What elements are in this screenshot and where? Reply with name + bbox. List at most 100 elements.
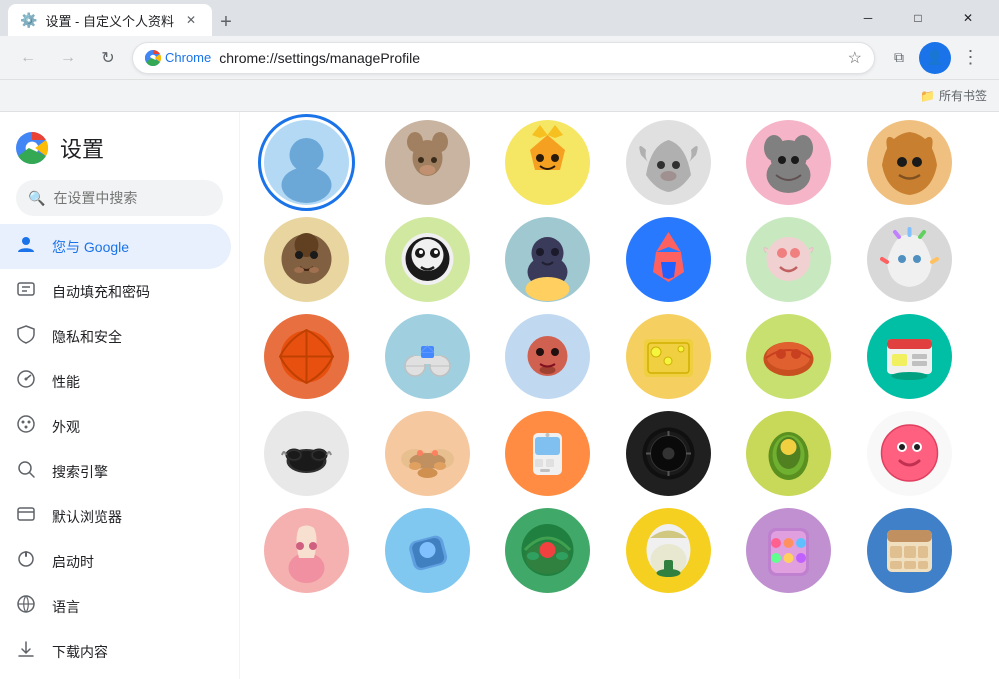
avatar-item[interactable] <box>264 314 349 399</box>
avatar-item[interactable] <box>626 411 711 496</box>
avatar-item[interactable] <box>746 120 831 205</box>
profile-button[interactable]: 👤 <box>919 42 951 74</box>
startup-icon <box>16 549 36 574</box>
sidebar-label-search: 搜索引擎 <box>52 462 108 482</box>
titlebar: ⚙️ 设置 - 自定义个人资料 ✕ + ─ □ ✕ <box>0 0 999 36</box>
sidebar-item-browser[interactable]: 默认浏览器 <box>0 494 231 539</box>
avatar-item[interactable] <box>867 411 952 496</box>
sidebar-item-startup[interactable]: 启动时 <box>0 539 231 584</box>
avatar-item[interactable] <box>746 217 831 302</box>
chrome-label: Chrome <box>165 50 211 65</box>
avatar-item[interactable] <box>505 508 590 593</box>
avatar-item[interactable] <box>746 411 831 496</box>
avatar-item[interactable] <box>264 217 349 302</box>
sidebar-label-privacy: 隐私和安全 <box>52 327 122 347</box>
download-icon <box>16 639 36 664</box>
all-bookmarks-item[interactable]: 📁 所有书签 <box>920 87 987 104</box>
avatar-item[interactable] <box>505 217 590 302</box>
maximize-button[interactable]: □ <box>895 0 941 36</box>
performance-icon <box>16 369 36 394</box>
url-display: chrome://settings/manageProfile <box>219 50 839 66</box>
sidebar-label-startup: 启动时 <box>52 552 94 572</box>
avatar-item[interactable] <box>505 120 590 205</box>
autofill-icon <box>16 279 36 304</box>
tab-title: 设置 - 自定义个人资料 <box>45 11 174 30</box>
sidebar-label-appearance: 外观 <box>52 417 80 437</box>
sidebar-item-download[interactable]: 下载内容 <box>0 629 231 674</box>
avatar-item[interactable] <box>385 314 470 399</box>
active-tab[interactable]: ⚙️ 设置 - 自定义个人资料 ✕ <box>8 4 212 36</box>
avatar-item[interactable] <box>264 120 349 205</box>
tab-favicon: ⚙️ <box>20 12 37 29</box>
avatar-item[interactable] <box>626 120 711 205</box>
avatar-item[interactable] <box>505 314 590 399</box>
sidebar-header: 设置 <box>0 120 239 180</box>
new-tab-button[interactable]: + <box>212 8 240 36</box>
settings-page-title: 设置 <box>60 132 104 164</box>
settings-search-input[interactable] <box>53 190 234 206</box>
avatar-item[interactable] <box>746 314 831 399</box>
tab-close-button[interactable]: ✕ <box>182 11 200 29</box>
avatar-item[interactable] <box>867 217 952 302</box>
chrome-logo-icon <box>16 132 48 164</box>
avatar-item[interactable] <box>867 120 952 205</box>
sidebar-label-browser: 默认浏览器 <box>52 507 122 527</box>
avatar-item[interactable] <box>746 508 831 593</box>
avatar-item[interactable] <box>385 411 470 496</box>
close-button[interactable]: ✕ <box>945 0 991 36</box>
google-icon <box>16 234 36 259</box>
search-icon: 🔍 <box>28 190 45 207</box>
back-button[interactable]: ← <box>12 42 44 74</box>
palette-icon <box>16 414 36 439</box>
settings-sidebar: 设置 🔍 您与 Google 自动填充和密码 隐私和安全 <box>0 112 240 679</box>
browser-icon <box>16 504 36 529</box>
split-button[interactable]: ⧉ <box>883 42 915 74</box>
main-layout: 设置 🔍 您与 Google 自动填充和密码 隐私和安全 <box>0 112 999 679</box>
minimize-button[interactable]: ─ <box>845 0 891 36</box>
sidebar-label-autofill: 自动填充和密码 <box>52 282 150 302</box>
avatar-item[interactable] <box>385 120 470 205</box>
sidebar-item-language[interactable]: 语言 <box>0 584 231 629</box>
bookmark-icon[interactable]: ☆ <box>848 48 862 68</box>
chrome-brand: Chrome <box>145 50 211 66</box>
toolbar-action-buttons: ⧉ 👤 ⋮ <box>883 42 987 74</box>
chrome-icon <box>145 50 161 66</box>
avatar-item[interactable] <box>505 411 590 496</box>
all-bookmarks-label: 所有书签 <box>939 87 987 104</box>
content-area <box>240 112 999 679</box>
avatar-item[interactable] <box>264 508 349 593</box>
folder-icon: 📁 <box>920 89 935 103</box>
avatar-item[interactable] <box>867 314 952 399</box>
sidebar-item-privacy[interactable]: 隐私和安全 <box>0 314 231 359</box>
sidebar-label-language: 语言 <box>52 597 80 617</box>
avatar-item[interactable] <box>626 314 711 399</box>
sidebar-item-accessibility[interactable]: 无障碍 <box>0 674 231 679</box>
avatar-item[interactable] <box>385 508 470 593</box>
forward-button[interactable]: → <box>52 42 84 74</box>
sidebar-label-performance: 性能 <box>52 372 80 392</box>
search-engine-icon <box>16 459 36 484</box>
bookmarks-bar: 📁 所有书签 <box>0 80 999 112</box>
sidebar-item-search[interactable]: 搜索引擎 <box>0 449 231 494</box>
address-bar[interactable]: Chrome chrome://settings/manageProfile ☆ <box>132 42 875 74</box>
language-icon <box>16 594 36 619</box>
tab-strip: ⚙️ 设置 - 自定义个人资料 ✕ + <box>8 0 837 36</box>
avatar-item[interactable] <box>626 217 711 302</box>
browser-toolbar: ← → ↻ Chrome chrome://settings/managePro… <box>0 36 999 80</box>
shield-icon <box>16 324 36 349</box>
window-controls: ─ □ ✕ <box>845 0 991 36</box>
refresh-button[interactable]: ↻ <box>92 42 124 74</box>
settings-search-bar[interactable]: 🔍 <box>16 180 223 216</box>
menu-button[interactable]: ⋮ <box>955 42 987 74</box>
avatar-item[interactable] <box>626 508 711 593</box>
avatar-item[interactable] <box>867 508 952 593</box>
sidebar-item-autofill[interactable]: 自动填充和密码 <box>0 269 231 314</box>
sidebar-item-google[interactable]: 您与 Google <box>0 224 231 269</box>
avatar-item[interactable] <box>385 217 470 302</box>
sidebar-item-performance[interactable]: 性能 <box>0 359 231 404</box>
sidebar-label-download: 下载内容 <box>52 642 108 662</box>
avatar-grid <box>240 112 999 617</box>
sidebar-label-google: 您与 Google <box>52 237 129 257</box>
sidebar-item-appearance[interactable]: 外观 <box>0 404 231 449</box>
avatar-item[interactable] <box>264 411 349 496</box>
